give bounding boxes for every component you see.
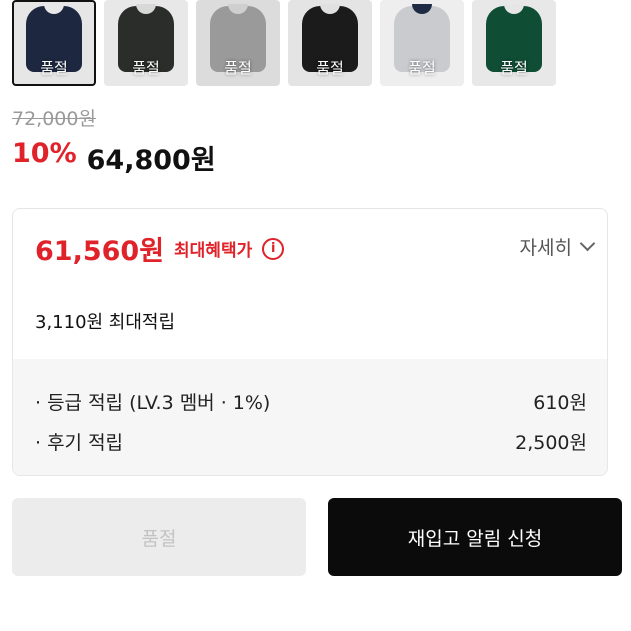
soldout-badge: 품절 (132, 59, 160, 77)
restock-alert-button[interactable]: 재입고 알림 신청 (328, 498, 622, 576)
soldout-badge: 품절 (316, 59, 344, 77)
point-breakdown: · 등급 적립 (LV.3 멤버 · 1%) 610원 · 후기 적립 2,50… (13, 359, 607, 475)
thumbnail-4[interactable]: 품절 (380, 0, 464, 86)
soldout-badge: 품절 (408, 59, 436, 77)
detail-toggle-label: 자세히 (519, 237, 572, 259)
point-row-grade: · 등급 적립 (LV.3 멤버 · 1%) 610원 (35, 381, 587, 421)
original-price: 72,000원 (12, 108, 96, 130)
point-label: · 등급 적립 (LV.3 멤버 · 1%) (35, 391, 271, 414)
point-value: 610원 (533, 391, 587, 414)
benefit-card: 61,560원 최대혜택가 i 자세히 3,110원 최대적립 · 등급 적립 … (12, 208, 608, 476)
chevron-down-icon (579, 235, 596, 252)
thumbnail-0[interactable]: 품절 (12, 0, 96, 86)
thumbnail-3[interactable]: 품절 (288, 0, 372, 86)
thumbnail-5[interactable]: 품절 (472, 0, 556, 86)
soldout-badge: 품절 (224, 59, 252, 77)
detail-toggle-button[interactable]: 자세히 (519, 233, 596, 260)
point-row-review: · 후기 적립 2,500원 (35, 421, 587, 461)
sale-price: 64,800원 (86, 145, 216, 176)
info-icon[interactable]: i (262, 237, 285, 260)
thumbnail-1[interactable]: 품절 (104, 0, 188, 86)
max-benefit-price: 61,560원 (35, 236, 165, 267)
point-label: · 후기 적립 (35, 431, 124, 454)
benefit-summary: 61,560원 최대혜택가 i 자세히 3,110원 최대적립 (13, 209, 607, 359)
soldout-badge: 품절 (40, 59, 68, 77)
price-row: 10% 64,800원 (12, 138, 216, 177)
discount-rate: 10% (12, 138, 77, 169)
thumbnail-2[interactable]: 품절 (196, 0, 280, 86)
max-price-row: 61,560원 최대혜택가 i (35, 229, 285, 268)
soldout-button: 품절 (12, 498, 306, 576)
soldout-badge: 품절 (500, 59, 528, 77)
thumbnail-strip: 품절 품절 품절 품절 품절 품절 (12, 0, 556, 86)
max-point-text: 3,110원 최대적립 (35, 312, 176, 333)
point-value: 2,500원 (515, 431, 587, 454)
max-benefit-label: 최대혜택가 (174, 241, 253, 261)
